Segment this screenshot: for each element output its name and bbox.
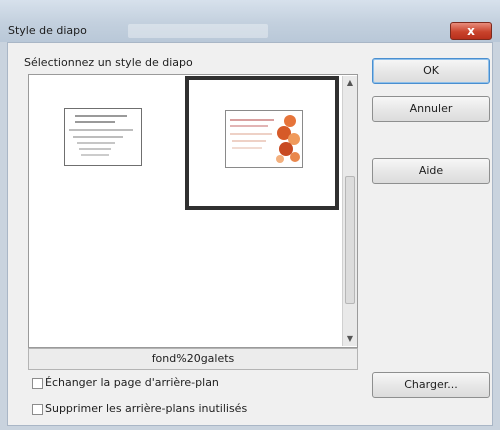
checkbox-label: Supprimer les arrière-plans inutilisés	[45, 402, 248, 415]
preview-title-line	[75, 121, 115, 123]
window-title: Style de diapo	[8, 24, 87, 37]
preview-text-line	[230, 133, 272, 135]
help-button[interactable]: Aide	[372, 158, 490, 184]
preview-text-line	[232, 147, 262, 149]
pebbles-decoration	[276, 115, 300, 163]
preview-title-line	[75, 115, 127, 117]
preview-text-line	[232, 140, 266, 142]
checkbox-label: Échanger la page d'arrière-plan	[45, 376, 219, 389]
plain-slide-preview	[64, 108, 142, 166]
style-thumbnail-galets[interactable]	[185, 76, 339, 210]
close-button[interactable]: x	[450, 22, 492, 40]
galets-slide-preview	[225, 110, 303, 168]
ok-button[interactable]: OK	[372, 58, 490, 84]
cancel-button[interactable]: Annuler	[372, 96, 490, 122]
preview-text-line	[73, 136, 123, 138]
checkbox-box[interactable]	[32, 404, 43, 415]
style-list-scrollbar[interactable]: ▲ ▼	[342, 76, 357, 346]
title-bar-ghost-text	[128, 24, 268, 38]
title-bar: Style de diapo x	[0, 0, 500, 42]
preview-text-line	[77, 142, 115, 144]
scroll-thumb[interactable]	[345, 176, 355, 304]
preview-title-line	[230, 119, 274, 121]
preview-text-line	[79, 148, 111, 150]
scroll-up-icon[interactable]: ▲	[343, 76, 357, 90]
select-style-label: Sélectionnez un style de diapo	[24, 56, 193, 69]
style-thumbnail-plain[interactable]	[30, 76, 184, 210]
style-list[interactable]: ▲ ▼	[28, 74, 358, 348]
selected-style-name: fond%20galets	[28, 348, 358, 370]
load-button[interactable]: Charger...	[372, 372, 490, 398]
checkbox-box[interactable]	[32, 378, 43, 389]
preview-text-line	[81, 154, 109, 156]
scroll-down-icon[interactable]: ▼	[343, 332, 357, 346]
preview-title-line	[230, 125, 268, 127]
preview-text-line	[69, 129, 133, 131]
